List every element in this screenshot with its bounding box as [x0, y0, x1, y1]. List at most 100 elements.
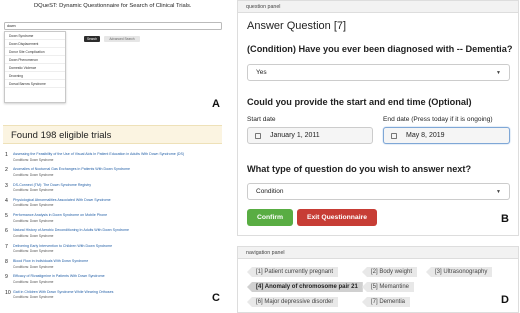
conditions-value: Down Syndrome [29, 157, 54, 162]
app-title: DQueST: Dynamic Questionnaire for Search… [34, 3, 192, 9]
trial-row: 2 Anomalies of Nocturnal Gas Exchanges in… [5, 166, 215, 181]
trial-conditions: Conditions: Down Syndrome [13, 280, 53, 284]
autocomplete-item[interactable]: Donor Site Complication [5, 48, 65, 56]
start-date-input[interactable]: January 1, 2011 [247, 127, 373, 144]
time-question: Could you provide the start and end time… [247, 97, 472, 107]
conditions-label: Conditions: [13, 233, 29, 238]
trial-number: 1 [5, 152, 8, 158]
trial-title-link[interactable]: Anomalies of Nocturnal Gas Exchanges in … [13, 167, 130, 171]
trial-number: 5 [5, 213, 8, 220]
trial-number: 9 [5, 274, 8, 281]
trial-number: 3 [5, 182, 8, 189]
conditions-value: Down Syndrome [29, 172, 54, 177]
conditions-label: Conditions: [13, 295, 29, 300]
conditions-label: Conditions: [13, 218, 29, 223]
trial-row: 10 Gait in Children With Down Syndrome Wh… [5, 289, 215, 304]
trial-title-link[interactable]: Natural History of Aerobic Deconditionin… [13, 228, 129, 232]
panel-letter-b: B [501, 213, 509, 225]
start-date-value: January 1, 2011 [270, 132, 320, 139]
results-count-banner: Found 198 eligible trials [3, 125, 222, 144]
results-prefix: Found [11, 130, 41, 141]
advanced-search-button[interactable]: Advanced Search [104, 36, 140, 42]
end-date-label: End date (Press today if it is ongoing) [383, 116, 493, 123]
trial-title-link[interactable]: Delivering Early Intervention to Childre… [13, 244, 112, 248]
panel-letter-a: A [212, 98, 220, 110]
conditions-label: Conditions: [13, 188, 29, 193]
question-panel: question panel Answer Question [7] (Cond… [237, 0, 519, 236]
trial-conditions: Conditions: Down Syndrome [13, 188, 53, 192]
question-type-value: Condition [256, 188, 284, 195]
answer-question-title: Answer Question [7] [247, 20, 347, 32]
trial-conditions: Conditions: Down Syndrome [13, 249, 53, 253]
trial-row: 4 Physiological Abnormalities Associated … [5, 197, 215, 212]
nav-tag-2[interactable]: [2] Body weight [362, 267, 418, 277]
trial-row: 6 Natural History of Aerobic Deconditioni… [5, 227, 215, 242]
conditions-label: Conditions: [13, 249, 29, 254]
question-panel-header: question panel [238, 1, 518, 13]
end-date-input[interactable]: May 8, 2019 [383, 127, 510, 144]
trial-title-link[interactable]: DS-Connect (TM): The Down Syndrome Regis… [13, 183, 91, 187]
caret-down-icon: ▼ [496, 70, 501, 76]
conditions-value: Down Syndrome [29, 264, 54, 269]
autocomplete-item[interactable]: Down Displacement [5, 40, 65, 48]
trial-title-link[interactable]: Assessing the Feasibility of the Use of … [13, 152, 184, 156]
conditions-value: Down Syndrome [29, 203, 54, 208]
trial-conditions: Conditions: Down Syndrome [13, 173, 53, 177]
nav-tag-4[interactable]: [4] Anomaly of chromosome pair 21 [247, 282, 363, 292]
trial-conditions: Conditions: Down Syndrome [13, 203, 53, 207]
results-panel: Found 198 eligible trials 1 Assessing the… [0, 120, 226, 313]
trial-conditions: Conditions: Down Syndrome [13, 158, 53, 162]
conditions-value: Down Syndrome [29, 279, 54, 284]
trial-row: 7 Delivering Early Intervention to Childr… [5, 243, 215, 258]
conditions-value: Down Syndrome [29, 295, 54, 300]
trial-row: 3 DS-Connect (TM): The Down Syndrome Regi… [5, 182, 215, 197]
search-button[interactable]: Search [84, 36, 100, 42]
trial-title-link[interactable]: Physiological Abnormalities Associated W… [13, 198, 111, 202]
confirm-button[interactable]: Confirm [247, 209, 293, 226]
trial-title-link[interactable]: Gait in Children With Down Syndrome Whil… [13, 290, 113, 294]
trial-number: 10 [5, 289, 11, 296]
nav-tag-5[interactable]: [5] Memantine [362, 282, 415, 292]
trial-conditions: Conditions: Down Syndrome [13, 234, 53, 238]
nav-tag-7[interactable]: [7] Dementia [362, 297, 411, 307]
trial-title-link[interactable]: Performance Analysis in Down Syndrome on… [13, 213, 107, 217]
trial-conditions: Conditions: Down Syndrome [13, 295, 53, 299]
trial-title-link[interactable]: Blood Flow in Individuals With Down Synd… [13, 259, 88, 263]
results-suffix: eligible trials [56, 130, 112, 141]
conditions-label: Conditions: [13, 172, 29, 177]
trial-row: 5 Performance Analysis in Down Syndrome o… [5, 212, 215, 227]
results-count: 198 [40, 130, 57, 141]
autocomplete-item[interactable]: Domestic Violence [5, 64, 65, 72]
conditions-label: Conditions: [13, 157, 29, 162]
nav-tag-1[interactable]: [1] Patient currently pregnant [247, 267, 339, 277]
conditions-value: Down Syndrome [29, 188, 54, 193]
calendar-icon [391, 133, 397, 139]
trial-number: 2 [5, 167, 8, 174]
start-date-label: Start date [247, 116, 276, 123]
diagnosis-answer-select[interactable]: Yes ▼ [247, 64, 510, 81]
autocomplete-item[interactable]: Down Syndrome [5, 32, 65, 40]
conditions-value: Down Syndrome [29, 233, 54, 238]
autocomplete-item[interactable]: Down Phenomenon [5, 56, 65, 64]
trial-number: 8 [5, 259, 8, 266]
trial-number: 6 [5, 228, 8, 235]
trial-row: 8 Blood Flow in Individuals With Down Syn… [5, 258, 215, 273]
trial-title-link[interactable]: Efficacy of Rivastigmine in Patients Wit… [13, 274, 105, 278]
conditions-label: Conditions: [13, 264, 29, 269]
condition-question: (Condition) Have you ever been diagnosed… [247, 44, 513, 54]
nav-tag-6[interactable]: [6] Major depressive disorder [247, 297, 339, 307]
next-question-type-question: What type of question do you wish to ans… [247, 164, 472, 174]
nav-tag-3[interactable]: [3] Ultrasonography [426, 267, 493, 277]
autocomplete-item[interactable]: Dorsal Barrow Syndrome [5, 80, 65, 88]
question-type-select[interactable]: Condition ▼ [247, 183, 510, 200]
trial-conditions: Conditions: Down Syndrome [13, 265, 53, 269]
autocomplete-item[interactable]: Drowning [5, 72, 65, 80]
exit-questionnaire-button[interactable]: Exit Questionnaire [297, 209, 377, 226]
navigation-panel: navigation panel [1] Patient currently p… [237, 246, 519, 313]
trial-number: 4 [5, 197, 8, 204]
trial-row: 1 Assessing the Feasibility of the Use of… [5, 151, 215, 166]
search-input[interactable]: down [4, 22, 222, 30]
trial-list: 1 Assessing the Feasibility of the Use of… [5, 151, 215, 304]
navigation-panel-header: navigation panel [238, 247, 518, 259]
caret-down-icon: ▼ [496, 189, 501, 195]
